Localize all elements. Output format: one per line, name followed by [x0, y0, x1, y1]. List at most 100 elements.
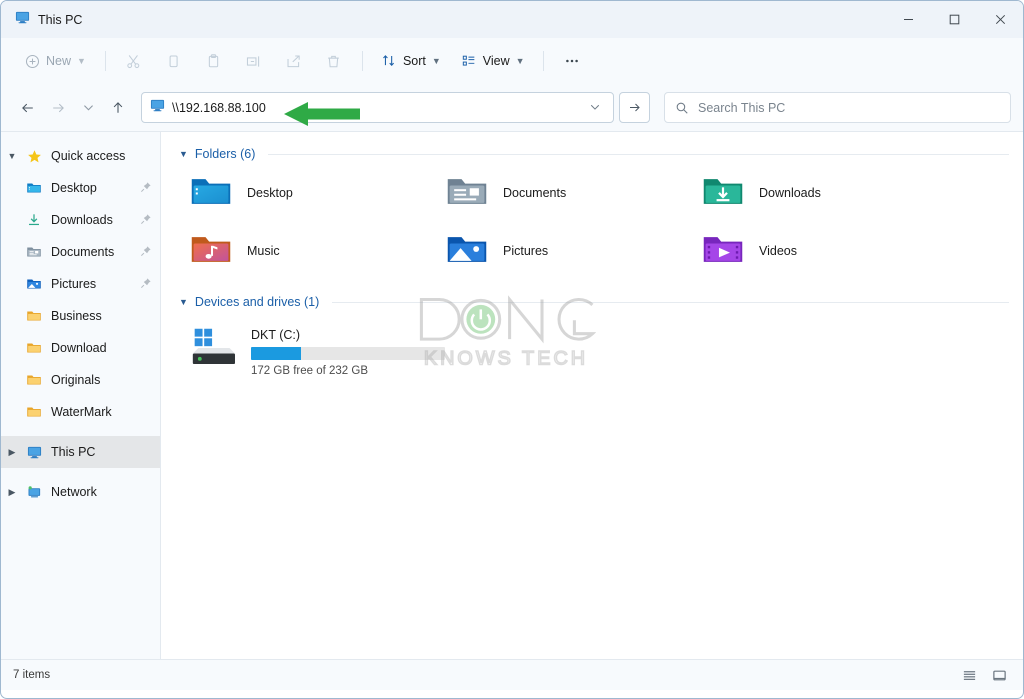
- recent-locations-button[interactable]: [73, 93, 103, 123]
- network-icon: [23, 485, 45, 500]
- sort-button-label: Sort: [403, 54, 426, 68]
- folders-group-header[interactable]: ▼ Folders (6): [179, 142, 1009, 166]
- sort-button[interactable]: Sort ▼: [372, 47, 450, 75]
- folder-tile-music[interactable]: Music: [179, 228, 435, 274]
- status-bar: 7 items: [1, 659, 1023, 690]
- chevron-right-icon[interactable]: ▶: [1, 447, 23, 458]
- minimize-button[interactable]: [885, 1, 931, 38]
- sidebar-item-pictures[interactable]: Pictures: [1, 268, 160, 300]
- chevron-down-icon: ▼: [516, 56, 525, 66]
- pin-icon[interactable]: [140, 181, 152, 196]
- drive-free-space: 172 GB free of 232 GB: [251, 365, 445, 377]
- downloads-folder-icon: [23, 212, 45, 228]
- address-bar-value: \\192.168.88.100: [172, 101, 266, 115]
- this-pc-icon: [150, 98, 165, 118]
- rename-button[interactable]: [235, 45, 273, 77]
- new-button[interactable]: New ▼: [15, 48, 96, 75]
- cut-button[interactable]: [115, 45, 153, 77]
- share-icon: [285, 53, 302, 70]
- sidebar-item-label: Network: [51, 485, 152, 499]
- folder-icon: [23, 404, 45, 420]
- more-options-button[interactable]: [553, 45, 591, 77]
- trash-icon: [325, 53, 342, 70]
- chevron-down-icon: [589, 101, 601, 113]
- folder-tile-label: Documents: [503, 186, 566, 200]
- forward-button[interactable]: [43, 93, 73, 123]
- maximize-button[interactable]: [931, 1, 977, 38]
- toolbar-divider: [105, 51, 106, 71]
- close-button[interactable]: [977, 1, 1023, 38]
- ellipsis-icon: [563, 52, 581, 70]
- back-button[interactable]: [13, 93, 43, 123]
- sidebar-item-label: Downloads: [51, 213, 140, 227]
- address-bar[interactable]: \\192.168.88.100: [141, 92, 614, 123]
- pin-icon[interactable]: [140, 245, 152, 260]
- new-button-label: New: [46, 54, 71, 68]
- view-button[interactable]: View ▼: [452, 47, 534, 75]
- folder-tile-pictures[interactable]: Pictures: [435, 228, 691, 274]
- sidebar-item-business[interactable]: Business: [1, 300, 160, 332]
- plus-circle-icon: [25, 54, 40, 69]
- chevron-down-icon: ▼: [432, 56, 441, 66]
- view-icon: [461, 53, 477, 69]
- arrow-right-icon: [627, 100, 642, 115]
- sidebar-item-this-pc[interactable]: ▶ This PC: [1, 436, 160, 468]
- desktop-folder-icon: [189, 169, 233, 218]
- drive-details: DKT (C:) 172 GB free of 232 GB: [251, 326, 445, 377]
- folder-tile-desktop[interactable]: Desktop: [179, 170, 435, 216]
- folder-tile-label: Desktop: [247, 186, 293, 200]
- sidebar-item-label: This PC: [51, 445, 152, 459]
- chevron-down-icon[interactable]: ▼: [179, 297, 188, 307]
- search-box[interactable]: Search This PC: [664, 92, 1011, 123]
- this-pc-icon: [23, 445, 45, 460]
- view-button-label: View: [483, 54, 510, 68]
- sidebar-item-desktop[interactable]: Desktop: [1, 172, 160, 204]
- folder-tile-videos[interactable]: Videos: [691, 228, 1009, 274]
- large-icons-view-button[interactable]: [987, 664, 1011, 686]
- arrow-left-icon: [20, 100, 36, 116]
- drive-tile-dkt-c[interactable]: DKT (C:) 172 GB free of 232 GB: [179, 318, 469, 385]
- sidebar-item-label: WaterMark: [51, 405, 152, 419]
- arrow-up-icon: [110, 100, 126, 116]
- title-bar-left: This PC: [1, 10, 82, 30]
- sidebar-item-label: Quick access: [51, 149, 152, 163]
- folder-tile-documents[interactable]: Documents: [435, 170, 691, 216]
- paste-button[interactable]: [195, 45, 233, 77]
- delete-button[interactable]: [315, 45, 353, 77]
- go-button[interactable]: [619, 92, 650, 123]
- sidebar-item-network[interactable]: ▶ Network: [1, 476, 160, 508]
- share-button[interactable]: [275, 45, 313, 77]
- window-body: ▼ Quick access Desktop: [1, 131, 1023, 659]
- sidebar-item-label: Desktop: [51, 181, 140, 195]
- address-dropdown-button[interactable]: [585, 101, 605, 115]
- navigation-pane: ▼ Quick access Desktop: [1, 132, 161, 659]
- sidebar-item-quick-access[interactable]: ▼ Quick access: [1, 140, 160, 172]
- drives-group-header[interactable]: ▼ Devices and drives (1): [179, 290, 1009, 314]
- drive-usage-fill: [251, 347, 301, 360]
- star-icon: [23, 149, 45, 164]
- documents-folder-icon: [445, 169, 489, 218]
- drive-usage-bar: [251, 347, 445, 360]
- chevron-down-icon[interactable]: ▼: [1, 151, 23, 161]
- sidebar-item-downloads[interactable]: Downloads: [1, 204, 160, 236]
- sidebar-item-watermark[interactable]: WaterMark: [1, 396, 160, 428]
- command-toolbar: New ▼: [1, 38, 1023, 84]
- address-row: \\192.168.88.100 Search This PC: [1, 84, 1023, 131]
- copy-button[interactable]: [155, 45, 193, 77]
- details-view-button[interactable]: [957, 664, 981, 686]
- search-icon: [675, 101, 689, 115]
- pin-icon[interactable]: [140, 277, 152, 292]
- chevron-right-icon[interactable]: ▶: [1, 487, 23, 498]
- group-divider: [268, 154, 1009, 155]
- folder-tile-downloads[interactable]: Downloads: [691, 170, 1009, 216]
- toolbar-divider-3: [543, 51, 544, 71]
- group-divider: [332, 302, 1009, 303]
- up-button[interactable]: [103, 93, 133, 123]
- copy-icon: [165, 53, 182, 70]
- sidebar-item-download[interactable]: Download: [1, 332, 160, 364]
- sidebar-item-documents[interactable]: Documents: [1, 236, 160, 268]
- pin-icon[interactable]: [140, 213, 152, 228]
- sidebar-item-originals[interactable]: Originals: [1, 364, 160, 396]
- chevron-down-icon[interactable]: ▼: [179, 149, 188, 159]
- downloads-folder-icon: [701, 169, 745, 218]
